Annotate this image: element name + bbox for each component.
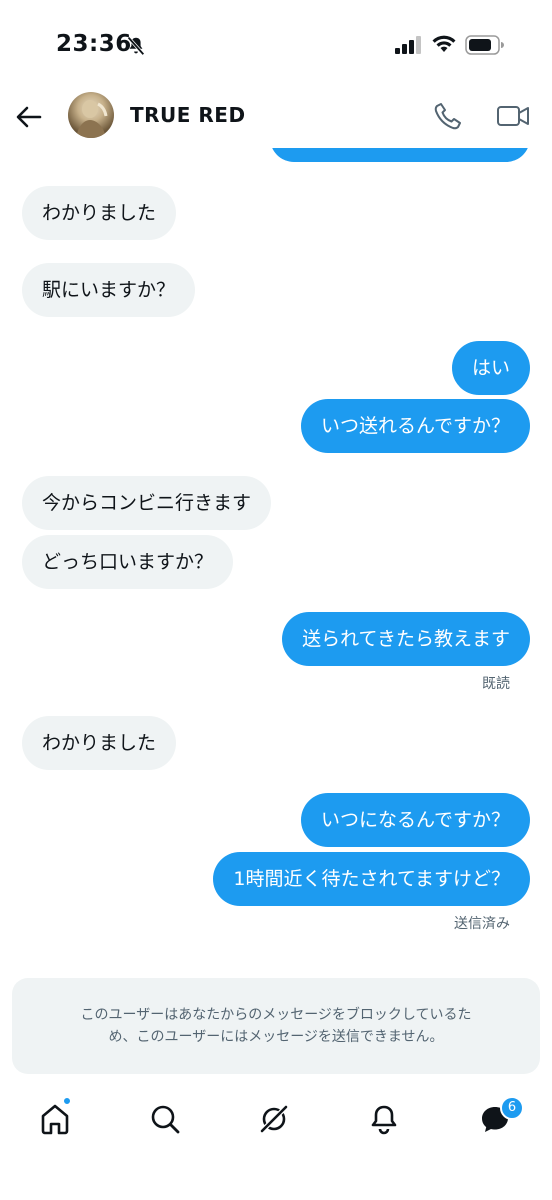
sent-status: 送信済み bbox=[454, 916, 510, 932]
avatar-image bbox=[76, 100, 108, 138]
conversation-title[interactable]: TRUE RED bbox=[130, 103, 246, 127]
conversation-header: TRUE RED bbox=[0, 88, 552, 148]
bell-off-icon bbox=[127, 36, 145, 56]
grok-icon[interactable] bbox=[257, 1102, 291, 1136]
read-receipt: 既読 bbox=[482, 676, 510, 692]
message-bubble-outgoing[interactable]: いつ送れるんですか？ bbox=[300, 399, 530, 453]
avatar[interactable] bbox=[68, 92, 114, 138]
message-bubble-outgoing[interactable]: いつになるんですか？ bbox=[300, 793, 530, 847]
message-bubble-incoming[interactable]: 今からコンビニ行きます bbox=[22, 476, 272, 530]
home-icon[interactable] bbox=[38, 1102, 72, 1136]
bottom-navigation: 6 bbox=[0, 1088, 552, 1158]
back-arrow-icon bbox=[16, 106, 42, 128]
status-time: 23:36 bbox=[56, 31, 132, 57]
messages-badge-count: 6 bbox=[500, 1096, 524, 1120]
message-bubble-incoming[interactable]: 駅にいますか？ bbox=[22, 263, 196, 317]
home-badge-dot bbox=[62, 1096, 72, 1106]
message-bubble-outgoing[interactable]: 送られてきたら教えます bbox=[282, 612, 530, 666]
blocked-notice-line-1: このユーザーはあなたからのメッセージをブロックしているた bbox=[80, 1007, 472, 1023]
message-bubble-outgoing[interactable]: 1時間近く待たされてますけど？ bbox=[213, 852, 530, 906]
message-bubble-outgoing[interactable]: はい bbox=[451, 341, 530, 395]
status-bar: 23:36 bbox=[0, 0, 552, 90]
blocked-notice-line-2: め、このユーザーにはメッセージを送信できません。 bbox=[108, 1029, 444, 1045]
battery-icon bbox=[465, 35, 504, 55]
back-button[interactable] bbox=[12, 100, 46, 134]
message-bubble-incoming[interactable]: わかりました bbox=[22, 186, 177, 240]
cellular-signal-icon bbox=[395, 36, 421, 54]
video-call-icon[interactable] bbox=[496, 100, 530, 132]
search-icon[interactable] bbox=[148, 1102, 182, 1136]
phone-call-icon[interactable] bbox=[432, 100, 464, 132]
message-bubble-incoming[interactable]: どっち口いますか？ bbox=[22, 535, 234, 589]
blocked-notice: このユーザーはあなたからのメッセージをブロックしているた め、このユーザーにはメ… bbox=[12, 978, 540, 1074]
notifications-bell-icon[interactable] bbox=[367, 1102, 401, 1136]
wifi-icon bbox=[432, 35, 456, 52]
message-bubble-incoming[interactable]: わかりました bbox=[22, 716, 177, 770]
